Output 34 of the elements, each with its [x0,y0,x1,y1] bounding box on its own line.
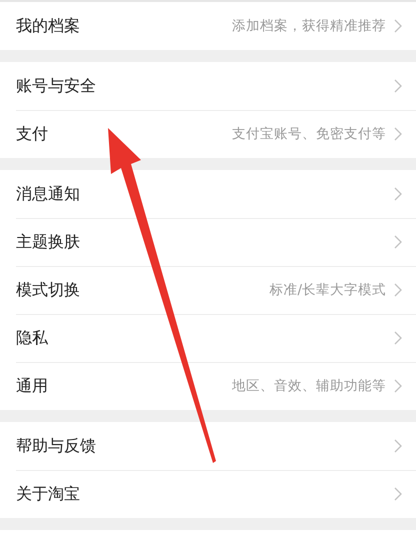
chevron-icon [394,283,402,297]
row-label: 模式切换 [16,280,81,300]
chevron-icon [394,235,402,249]
settings-row[interactable]: 通用 地区、音效、辅助功能等 [0,362,416,410]
settings-row[interactable]: 模式切换 标准/长辈大字模式 [0,266,416,314]
row-label: 账号与安全 [16,76,97,96]
row-label: 主题换肤 [16,232,81,252]
chevron-icon [394,439,402,453]
row-label: 我的档案 [16,16,81,36]
settings-row[interactable]: 主题换肤 [0,218,416,266]
row-label: 关于淘宝 [16,484,81,504]
settings-row[interactable]: 支付 支付宝账号、免密支付等 [0,110,416,158]
row-label: 消息通知 [16,184,81,204]
chevron-icon [394,487,402,501]
row-label: 隐私 [16,328,49,348]
chevron-icon [394,127,402,141]
chevron-icon [394,187,402,201]
settings-row[interactable]: 帮助与反馈 [0,422,416,470]
row-label: 帮助与反馈 [16,436,97,456]
chevron-icon [394,331,402,345]
row-hint: 支付宝账号、免密支付等 [232,125,386,143]
chevron-icon [394,79,402,93]
row-hint: 添加档案，获得精准推荐 [232,17,386,35]
row-hint: 地区、音效、辅助功能等 [232,377,386,395]
settings-row[interactable]: 关于淘宝 [0,470,416,518]
row-label: 支付 [16,124,49,144]
row-hint: 标准/长辈大字模式 [269,281,386,299]
settings-row[interactable]: 账号与安全 [0,62,416,110]
settings-row[interactable]: 我的档案 添加档案，获得精准推荐 [0,2,416,50]
chevron-icon [394,379,402,393]
row-label: 通用 [16,376,49,396]
settings-row[interactable]: 消息通知 [0,170,416,218]
settings-row[interactable]: 隐私 [0,314,416,362]
chevron-icon [394,19,402,33]
